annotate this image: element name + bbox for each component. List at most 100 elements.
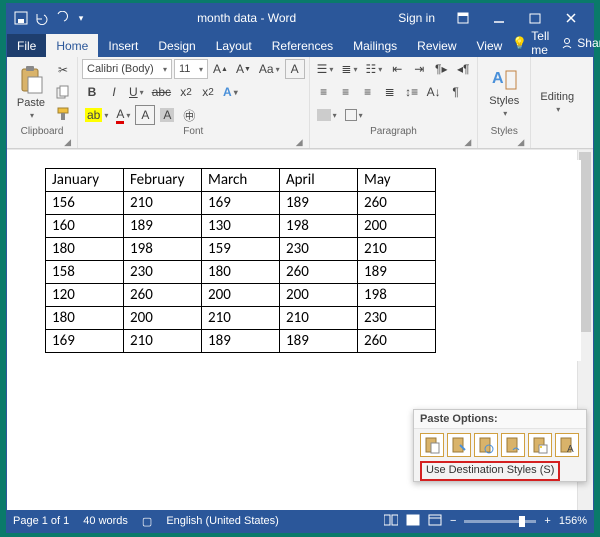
status-page[interactable]: Page 1 of 1 [13, 515, 69, 527]
table-cell[interactable]: 210 [280, 307, 358, 330]
styles-button[interactable]: A Styles ▾ [482, 59, 526, 125]
table-header-cell[interactable]: March [202, 169, 280, 192]
tab-review[interactable]: Review [407, 34, 466, 57]
subscript-icon[interactable]: x2 [176, 82, 196, 102]
paste-option-keep-source[interactable] [420, 433, 444, 457]
font-launcher-icon[interactable]: ◢ [82, 137, 305, 148]
table-cell[interactable]: 189 [358, 261, 436, 284]
ltr-icon[interactable]: ¶▸ [431, 59, 451, 79]
table-cell[interactable]: 130 [202, 215, 280, 238]
print-layout-icon[interactable] [406, 514, 420, 529]
table-cell[interactable]: 230 [124, 261, 202, 284]
styles-launcher-icon[interactable]: ◢ [482, 137, 526, 148]
table-cell[interactable]: 180 [202, 261, 280, 284]
table-cell[interactable]: 200 [358, 215, 436, 238]
redo-icon[interactable] [53, 10, 69, 26]
format-painter-icon[interactable] [53, 104, 73, 124]
table-cell[interactable]: 198 [358, 284, 436, 307]
superscript-icon[interactable]: x2 [198, 82, 218, 102]
show-marks-icon[interactable]: ¶ [446, 82, 466, 102]
clipboard-launcher-icon[interactable]: ◢ [11, 137, 73, 148]
font-name-select[interactable]: Calibri (Body)▾ [82, 59, 172, 79]
bullets-icon[interactable]: ☰▾ [314, 59, 337, 79]
table-cell[interactable]: 230 [280, 238, 358, 261]
paste-option-highlighted[interactable]: Use Destination Styles (S) [414, 461, 586, 481]
table-cell[interactable]: 260 [280, 261, 358, 284]
undo-icon[interactable] [33, 10, 49, 26]
copy-icon[interactable] [53, 82, 73, 102]
zoom-level[interactable]: 156% [559, 515, 587, 527]
tab-insert[interactable]: Insert [98, 34, 148, 57]
italic-icon[interactable]: I [104, 82, 124, 102]
tab-view[interactable]: View [467, 34, 513, 57]
multilevel-icon[interactable]: ☷▾ [362, 59, 385, 79]
strike-icon[interactable]: abc [149, 82, 174, 102]
table-cell[interactable]: 158 [46, 261, 124, 284]
status-words[interactable]: 40 words [83, 515, 128, 527]
paragraph-launcher-icon[interactable]: ◢ [314, 137, 474, 148]
font-color-icon[interactable]: A▾ [113, 105, 133, 125]
character-border-icon[interactable]: A [135, 105, 155, 125]
table-cell[interactable]: 198 [124, 238, 202, 261]
character-shading-icon[interactable]: A [157, 105, 177, 125]
zoom-in-button[interactable]: + [544, 515, 550, 527]
enclose-char-icon[interactable]: ㊥ [179, 105, 199, 125]
zoom-out-button[interactable]: − [450, 515, 456, 527]
numbering-icon[interactable]: ≣▾ [338, 59, 360, 79]
table-cell[interactable]: 230 [358, 307, 436, 330]
table-cell[interactable]: 156 [46, 192, 124, 215]
table-cell[interactable]: 210 [202, 307, 280, 330]
table-cell[interactable]: 189 [124, 215, 202, 238]
table-cell[interactable]: 200 [202, 284, 280, 307]
table-header-cell[interactable]: May [358, 169, 436, 192]
table-cell[interactable]: 189 [202, 330, 280, 353]
change-case-icon[interactable]: Aa▾ [256, 59, 283, 79]
table-header-cell[interactable]: February [124, 169, 202, 192]
proofing-icon[interactable]: ▢ [142, 515, 152, 528]
signin-link[interactable]: Sign in [398, 11, 435, 25]
tab-mailings[interactable]: Mailings [343, 34, 407, 57]
table-cell[interactable]: 189 [280, 192, 358, 215]
tab-design[interactable]: Design [148, 34, 205, 57]
table-header-cell[interactable]: January [46, 169, 124, 192]
table-cell[interactable]: 159 [202, 238, 280, 261]
table-cell[interactable]: 200 [280, 284, 358, 307]
table-cell[interactable]: 169 [46, 330, 124, 353]
underline-icon[interactable]: U▾ [126, 82, 147, 102]
close-icon[interactable] [553, 12, 589, 24]
table-cell[interactable]: 180 [46, 238, 124, 261]
paste-option-link-source[interactable] [474, 433, 498, 457]
table-cell[interactable]: 189 [280, 330, 358, 353]
highlight-icon[interactable]: ab▾ [82, 105, 111, 125]
maximize-icon[interactable] [517, 12, 553, 24]
tellme-icon[interactable]: 💡Tell me [512, 29, 549, 57]
tab-references[interactable]: References [262, 34, 343, 57]
align-left-icon[interactable]: ≡ [314, 82, 334, 102]
tab-file[interactable]: File [7, 34, 46, 57]
text-effects-icon[interactable]: A▾ [220, 82, 241, 102]
zoom-slider[interactable] [464, 520, 536, 523]
editing-button[interactable]: Editing ▾ [535, 59, 579, 145]
save-icon[interactable] [13, 10, 29, 26]
table-cell[interactable]: 210 [124, 192, 202, 215]
table-cell[interactable]: 260 [358, 192, 436, 215]
table-cell[interactable]: 180 [46, 307, 124, 330]
table-cell[interactable]: 260 [124, 284, 202, 307]
paste-option-text-only[interactable]: A [555, 433, 579, 457]
increase-indent-icon[interactable]: ⇥ [409, 59, 429, 79]
paste-option-picture[interactable] [528, 433, 552, 457]
web-layout-icon[interactable] [428, 514, 442, 529]
clear-format-icon[interactable]: A [285, 59, 305, 79]
table-cell[interactable]: 120 [46, 284, 124, 307]
cut-icon[interactable]: ✂ [53, 60, 73, 80]
qat-customize-icon[interactable]: ▾ [73, 10, 89, 26]
table-header-cell[interactable]: April [280, 169, 358, 192]
sort-icon[interactable]: A↓ [424, 82, 444, 102]
line-spacing-icon[interactable]: ↕≡ [402, 82, 422, 102]
paste-button[interactable]: Paste ▾ [11, 59, 51, 125]
data-table[interactable]: JanuaryFebruaryMarchAprilMay156210169189… [45, 168, 436, 353]
minimize-icon[interactable] [481, 12, 517, 24]
tab-home[interactable]: Home [46, 34, 98, 57]
table-cell[interactable]: 169 [202, 192, 280, 215]
bold-icon[interactable]: B [82, 82, 102, 102]
